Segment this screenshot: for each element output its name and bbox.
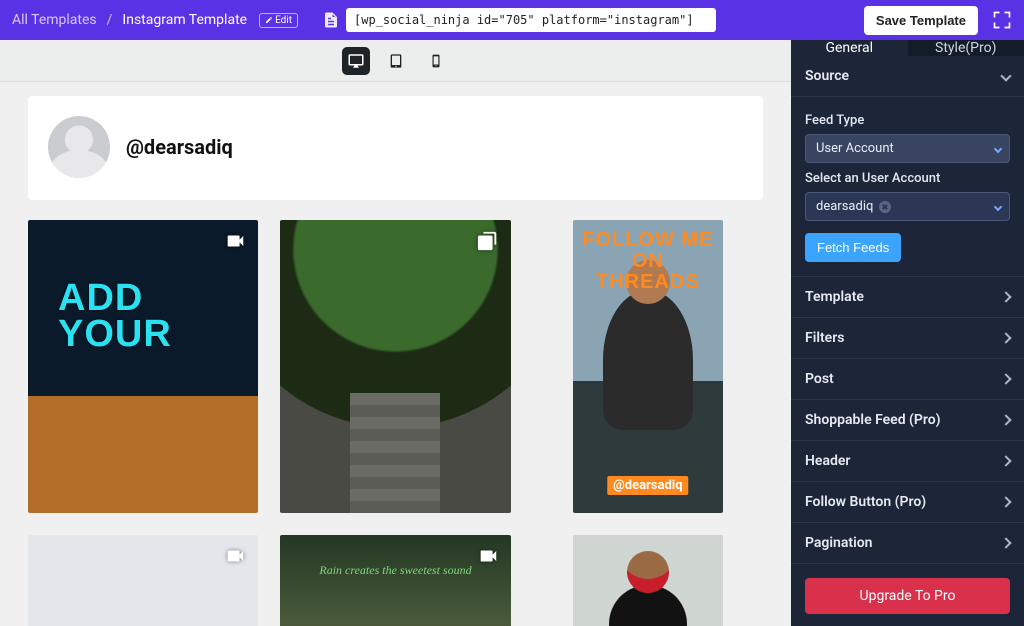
source-body: Feed Type User Account Select an User Ac… (791, 97, 1024, 277)
edit-label: Edit (275, 15, 292, 26)
user-account-select[interactable]: dearsadiq (805, 192, 1010, 221)
section-header[interactable]: Header (791, 441, 1024, 482)
chevron-right-icon (1000, 537, 1011, 548)
profile-header: @dearsadiq (28, 96, 763, 200)
feed-type-label: Feed Type (805, 113, 1010, 128)
breadcrumb-current: Instagram Template (122, 12, 247, 28)
fetch-feeds-button[interactable]: Fetch Feeds (805, 233, 901, 262)
feed-tile[interactable] (280, 220, 510, 513)
feed-preview: @dearsadiq ADD YOUR (0, 82, 791, 626)
feed-tile[interactable] (28, 535, 258, 626)
chevron-right-icon (1000, 414, 1011, 425)
shortcode-value[interactable]: [wp_social_ninja id="705" platform="inst… (346, 8, 716, 32)
tile-handle-tag: @dearsadiq (607, 476, 688, 495)
desktop-preview-button[interactable] (342, 47, 370, 75)
chevron-down-icon (1000, 70, 1011, 81)
feed-tile[interactable]: Rain creates the sweetest sound (280, 535, 510, 626)
tablet-preview-button[interactable] (382, 47, 410, 75)
section-post[interactable]: Post (791, 359, 1024, 400)
feed-tile[interactable] (573, 535, 723, 626)
avatar (48, 116, 110, 178)
section-pagination[interactable]: Pagination (791, 523, 1024, 564)
save-template-button[interactable]: Save Template (864, 6, 978, 35)
topbar: All Templates / Instagram Template Edit … (0, 0, 1024, 40)
chevron-right-icon (1000, 496, 1011, 507)
section-label: Follow Button (Pro) (805, 494, 926, 510)
tab-style[interactable]: Style(Pro) (908, 40, 1024, 56)
section-label: Source (805, 68, 849, 84)
video-icon (477, 545, 499, 567)
user-account-value: dearsadiq (816, 199, 873, 214)
video-icon (224, 545, 246, 567)
chevron-right-icon (1000, 373, 1011, 384)
fullscreen-icon[interactable] (992, 10, 1012, 30)
breadcrumb-root[interactable]: All Templates (12, 12, 97, 28)
settings-tabs: General Style(Pro) (791, 40, 1024, 56)
carousel-icon (477, 230, 499, 252)
chevron-down-icon (994, 202, 1002, 210)
section-label: Header (805, 453, 850, 469)
chevron-right-icon (1000, 455, 1011, 466)
feed-grid: ADD YOUR (28, 220, 763, 626)
feed-type-select[interactable]: User Account (805, 134, 1010, 163)
tile-overlay-text: YOUR (58, 313, 172, 355)
feed-tile[interactable]: FOLLOW ME ON THREADS @dearsadiq (573, 220, 723, 513)
profile-handle: @dearsadiq (126, 135, 233, 159)
chevron-down-icon (994, 144, 1002, 152)
pencil-icon (265, 16, 273, 24)
chevron-right-icon (1000, 332, 1011, 343)
section-label: Template (805, 289, 864, 305)
upgrade-button[interactable]: Upgrade To Pro (805, 578, 1010, 614)
video-icon (224, 230, 246, 252)
edit-template-button[interactable]: Edit (259, 13, 298, 28)
section-follow-button[interactable]: Follow Button (Pro) (791, 482, 1024, 523)
section-shoppable[interactable]: Shoppable Feed (Pro) (791, 400, 1024, 441)
chevron-right-icon (1000, 291, 1011, 302)
tab-general[interactable]: General (791, 40, 908, 56)
section-label: Pagination (805, 535, 872, 551)
feed-type-value: User Account (816, 141, 894, 156)
mobile-preview-button[interactable] (422, 47, 450, 75)
settings-panel: General Style(Pro) Source Feed Type User… (791, 40, 1024, 626)
section-source[interactable]: Source (791, 56, 1024, 97)
device-preview-bar (0, 40, 791, 82)
remove-chip-icon[interactable] (879, 201, 891, 213)
breadcrumb-separator: / (107, 12, 113, 28)
section-filters[interactable]: Filters (791, 318, 1024, 359)
tile-overlay-text: FOLLOW ME ON (582, 229, 713, 272)
document-icon (322, 11, 340, 29)
section-template[interactable]: Template (791, 277, 1024, 318)
feed-tile[interactable]: ADD YOUR (28, 220, 258, 513)
section-label: Post (805, 371, 834, 387)
shortcode-field: [wp_social_ninja id="705" platform="inst… (322, 8, 716, 32)
section-label: Filters (805, 330, 844, 346)
tile-overlay-text: THREADS (596, 271, 700, 293)
section-label: Shoppable Feed (Pro) (805, 412, 941, 428)
user-account-label: Select an User Account (805, 171, 1010, 186)
